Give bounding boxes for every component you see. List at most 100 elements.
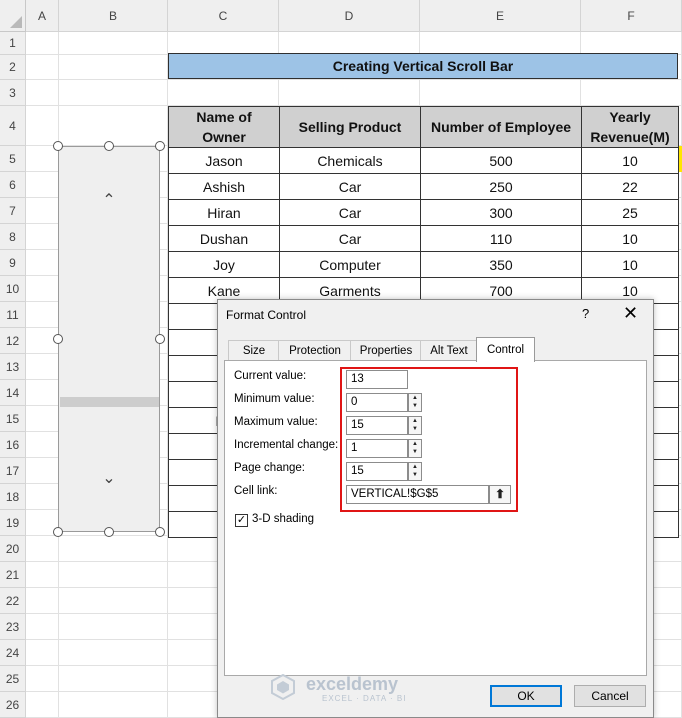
row-header-14[interactable]: 14 bbox=[0, 380, 26, 406]
tab-properties[interactable]: Properties bbox=[350, 340, 422, 361]
tab-size[interactable]: Size bbox=[228, 340, 280, 361]
highlight-box bbox=[340, 367, 518, 512]
cancel-button[interactable]: Cancel bbox=[574, 685, 646, 707]
row-header-3[interactable]: 3 bbox=[0, 80, 26, 106]
table-header-cell[interactable]: Selling Product bbox=[279, 106, 421, 148]
table-cell[interactable]: 250 bbox=[420, 173, 582, 200]
row-header-13[interactable]: 13 bbox=[0, 354, 26, 380]
close-icon[interactable]: ✕ bbox=[623, 303, 638, 324]
row-header-24[interactable]: 24 bbox=[0, 640, 26, 666]
table-row: Dushan Car 110 10 bbox=[168, 225, 679, 252]
ok-button[interactable]: OK bbox=[490, 685, 562, 707]
minimum-value-label: Minimum value: bbox=[234, 393, 315, 405]
current-value-label: Current value: bbox=[234, 370, 307, 382]
table-cell[interactable]: Car bbox=[279, 173, 421, 200]
table-cell[interactable]: Jason bbox=[168, 147, 280, 174]
maximum-value-label: Maximum value: bbox=[234, 416, 318, 428]
row-header-1[interactable]: 1 bbox=[0, 32, 26, 55]
header-text: Owner bbox=[202, 129, 246, 145]
row-header-5[interactable]: 5 bbox=[0, 146, 26, 172]
row-header-11[interactable]: 11 bbox=[0, 302, 26, 328]
row-header-7[interactable]: 7 bbox=[0, 198, 26, 224]
tab-control[interactable]: Control bbox=[476, 337, 535, 362]
select-all-corner[interactable] bbox=[0, 0, 26, 32]
row-header-25[interactable]: 25 bbox=[0, 666, 26, 692]
exceldemy-logo-icon bbox=[271, 674, 295, 700]
tab-alt-text[interactable]: Alt Text bbox=[420, 340, 478, 361]
row-header-12[interactable]: 12 bbox=[0, 328, 26, 354]
column-header-a[interactable]: A bbox=[26, 0, 59, 32]
resize-handle-top-right[interactable] bbox=[155, 141, 165, 151]
table-cell[interactable]: Car bbox=[279, 199, 421, 226]
table-cell[interactable]: Ashish bbox=[168, 173, 280, 200]
resize-handle-bottom-left[interactable] bbox=[53, 527, 63, 537]
row-header-2[interactable]: 2 bbox=[0, 55, 26, 80]
chevron-down-icon[interactable]: ⌄ bbox=[99, 468, 119, 488]
row-header-4[interactable]: 4 bbox=[0, 106, 26, 146]
row-header-20[interactable]: 20 bbox=[0, 536, 26, 562]
table-header-cell[interactable]: Number of Employee bbox=[420, 106, 582, 148]
row-header-8[interactable]: 8 bbox=[0, 224, 26, 250]
table-cell[interactable]: Car bbox=[279, 225, 421, 252]
resize-handle-bottom-right[interactable] bbox=[155, 527, 165, 537]
cell-link-label: Cell link: bbox=[234, 485, 278, 497]
incremental-change-label: Incremental change: bbox=[234, 439, 339, 451]
row-header-17[interactable]: 17 bbox=[0, 458, 26, 484]
resize-handle-right[interactable] bbox=[155, 334, 165, 344]
header-text: Name of bbox=[196, 109, 252, 125]
row-header-15[interactable]: 15 bbox=[0, 406, 26, 432]
gridline bbox=[26, 79, 682, 80]
table-row: Hiran Car 300 25 bbox=[168, 199, 679, 226]
table-cell[interactable]: 110 bbox=[420, 225, 582, 252]
row-header-6[interactable]: 6 bbox=[0, 172, 26, 198]
row-header-26[interactable]: 26 bbox=[0, 692, 26, 718]
table-cell[interactable]: Chemicals bbox=[279, 147, 421, 174]
format-control-dialog: Format Control ? ✕ Size Protection Prope… bbox=[217, 299, 654, 718]
column-header-c[interactable]: C bbox=[168, 0, 279, 32]
table-cell[interactable]: 25 bbox=[581, 199, 679, 226]
table-cell[interactable]: 300 bbox=[420, 199, 582, 226]
header-text: Revenue(M) bbox=[590, 129, 670, 145]
table-cell[interactable]: 10 bbox=[581, 251, 679, 278]
resize-handle-bottom[interactable] bbox=[104, 527, 114, 537]
scroll-thumb[interactable] bbox=[60, 397, 159, 407]
table-cell[interactable]: 350 bbox=[420, 251, 582, 278]
table-cell[interactable]: 10 bbox=[581, 147, 679, 174]
row-header-21[interactable]: 21 bbox=[0, 562, 26, 588]
table-cell[interactable]: Joy bbox=[168, 251, 280, 278]
control-tab-panel: Current value: 13 Minimum value: 0 ▲ ▼ Ma… bbox=[224, 360, 647, 676]
watermark-tagline: EXCEL · DATA · BI bbox=[322, 694, 407, 703]
shading-label: 3-D shading bbox=[252, 513, 315, 525]
header-text: Number of Employee bbox=[430, 119, 572, 135]
table-row: Joy Computer 350 10 bbox=[168, 251, 679, 278]
header-text: Yearly bbox=[609, 109, 651, 125]
table-cell[interactable]: Hiran bbox=[168, 199, 280, 226]
row-header-9[interactable]: 9 bbox=[0, 250, 26, 276]
row-header-18[interactable]: 18 bbox=[0, 484, 26, 510]
row-header-10[interactable]: 10 bbox=[0, 276, 26, 302]
table-cell[interactable]: 500 bbox=[420, 147, 582, 174]
table-cell[interactable]: Dushan bbox=[168, 225, 280, 252]
row-header-23[interactable]: 23 bbox=[0, 614, 26, 640]
row-header-16[interactable]: 16 bbox=[0, 432, 26, 458]
watermark-name: exceldemy bbox=[306, 674, 399, 694]
table-cell[interactable]: Computer bbox=[279, 251, 421, 278]
resize-handle-top[interactable] bbox=[104, 141, 114, 151]
resize-handle-left[interactable] bbox=[53, 334, 63, 344]
table-header-cell[interactable]: Name of Owner bbox=[168, 106, 280, 148]
column-header-e[interactable]: E bbox=[420, 0, 581, 32]
shading-checkbox[interactable]: ✓ bbox=[235, 514, 248, 527]
table-header-cell[interactable]: Yearly Revenue(M) bbox=[581, 106, 679, 148]
table-cell[interactable]: 22 bbox=[581, 173, 679, 200]
resize-handle-top-left[interactable] bbox=[53, 141, 63, 151]
tab-protection[interactable]: Protection bbox=[278, 340, 352, 361]
column-header-f[interactable]: F bbox=[581, 0, 682, 32]
table-cell[interactable]: 10 bbox=[581, 225, 679, 252]
column-header-d[interactable]: D bbox=[279, 0, 420, 32]
sheet-title-cell[interactable]: Creating Vertical Scroll Bar bbox=[168, 53, 678, 79]
column-header-b[interactable]: B bbox=[59, 0, 168, 32]
help-icon[interactable]: ? bbox=[582, 306, 589, 321]
chevron-up-icon[interactable]: ⌃ bbox=[99, 190, 119, 210]
row-header-19[interactable]: 19 bbox=[0, 510, 26, 536]
row-header-22[interactable]: 22 bbox=[0, 588, 26, 614]
